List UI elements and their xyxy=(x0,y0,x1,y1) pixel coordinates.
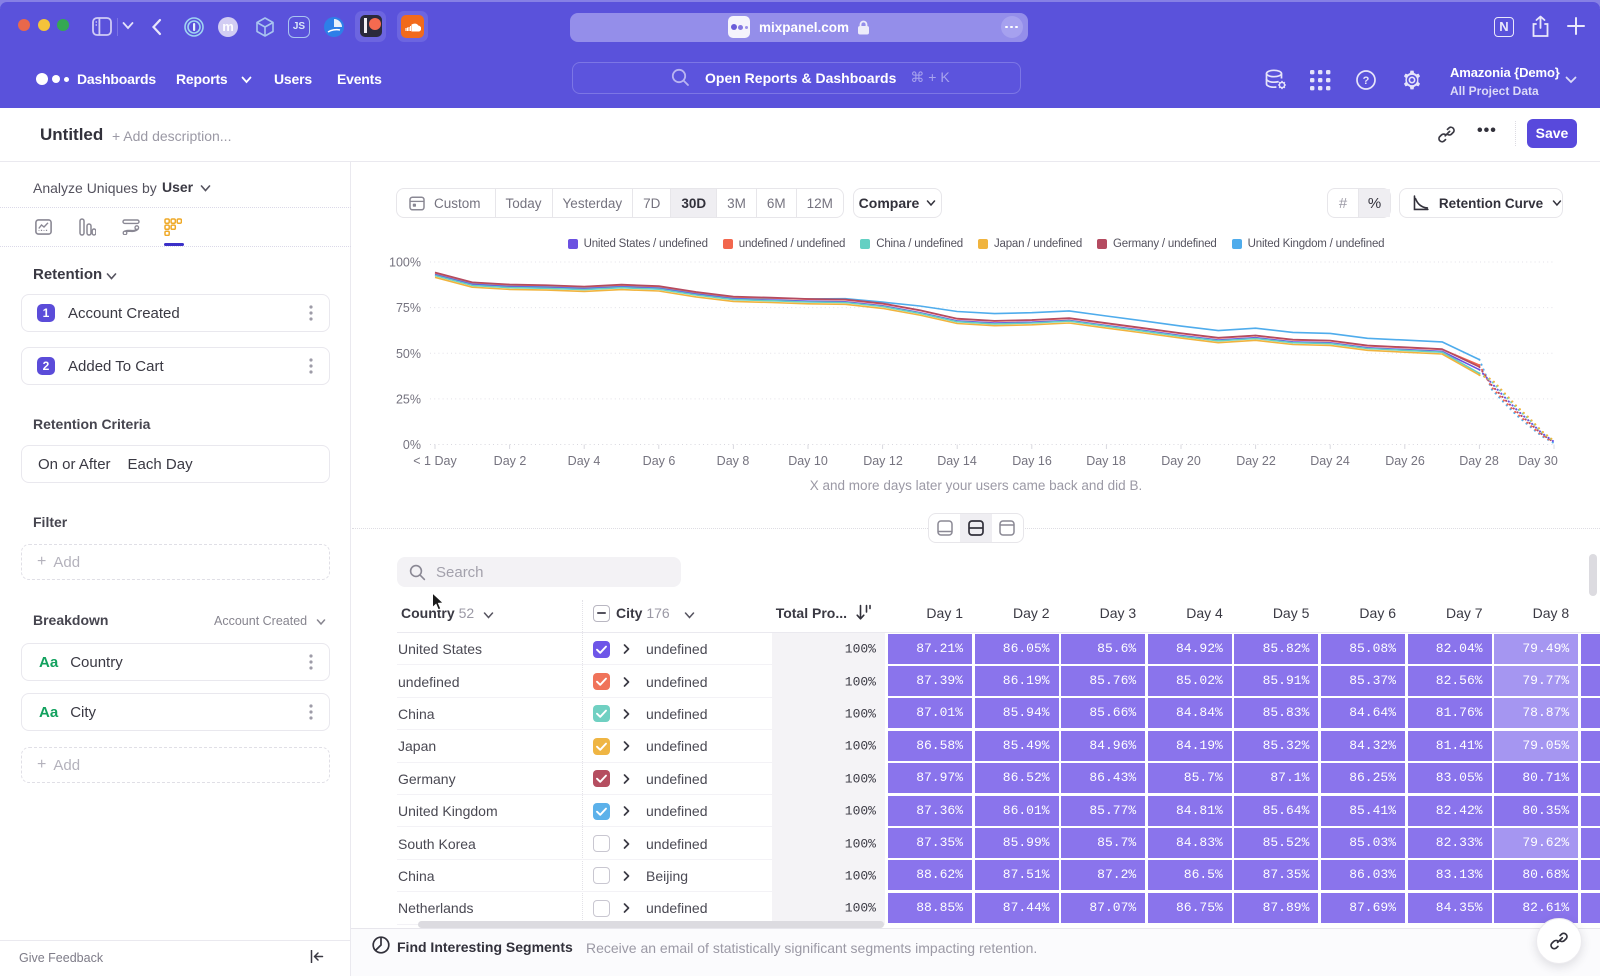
svg-text:Day 24: Day 24 xyxy=(1310,454,1350,468)
svg-text:Day 30: Day 30 xyxy=(1518,454,1558,468)
svg-text:Day 4: Day 4 xyxy=(568,454,601,468)
svg-text:Day 14: Day 14 xyxy=(937,454,977,468)
svg-text:< 1 Day: < 1 Day xyxy=(413,454,457,468)
svg-text:?: ? xyxy=(1363,75,1370,87)
svg-text:Day 8: Day 8 xyxy=(717,454,750,468)
svg-text:25%: 25% xyxy=(396,392,421,406)
svg-text:50%: 50% xyxy=(396,347,421,361)
svg-text:Day 20: Day 20 xyxy=(1161,454,1201,468)
svg-text:Day 10: Day 10 xyxy=(788,454,828,468)
svg-text:75%: 75% xyxy=(396,301,421,315)
svg-text:Day 6: Day 6 xyxy=(643,454,676,468)
svg-text:Day 22: Day 22 xyxy=(1236,454,1276,468)
svg-text:Day 16: Day 16 xyxy=(1012,454,1052,468)
svg-text:Day 18: Day 18 xyxy=(1086,454,1126,468)
svg-text:Day 28: Day 28 xyxy=(1459,454,1499,468)
svg-text:Day 2: Day 2 xyxy=(494,454,527,468)
svg-text:Day 26: Day 26 xyxy=(1385,454,1425,468)
svg-text:0%: 0% xyxy=(403,438,421,452)
svg-text:Day 12: Day 12 xyxy=(863,454,903,468)
svg-text:100%: 100% xyxy=(389,256,421,270)
